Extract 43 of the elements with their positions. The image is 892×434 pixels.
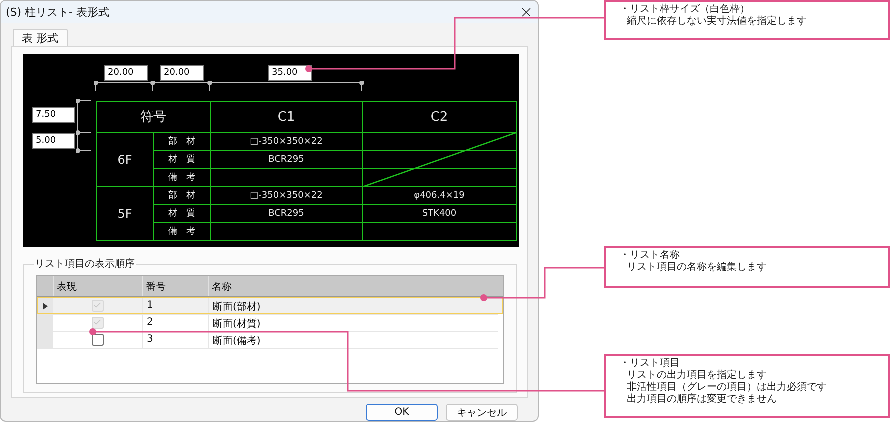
callout-text: 縮尺に依存しない実寸法値を指定します xyxy=(626,16,808,28)
number-cell: 2 xyxy=(142,314,208,332)
callout-title: ・リスト項目 xyxy=(620,358,681,370)
group-title: リスト項目の表示順序 xyxy=(34,258,136,271)
item-cell: 部 材 xyxy=(154,132,210,150)
column-width-field[interactable]: 20.00 xyxy=(104,65,148,81)
callout-title: ・リスト枠サイズ（白色枠） xyxy=(620,4,751,16)
column-width-field[interactable]: 35.00 xyxy=(268,65,312,81)
item-cell: 備 考 xyxy=(154,168,210,186)
column-width-field[interactable]: 20.00 xyxy=(160,65,204,81)
table-cell: □-350×350×22 xyxy=(210,132,362,150)
callout-text: 非活性項目（グレーの項目）は出力必須です xyxy=(626,382,828,394)
callout-title: ・リスト名称 xyxy=(620,250,681,262)
column-header[interactable]: 表現 xyxy=(53,276,142,296)
item-cell: 部 材 xyxy=(154,186,210,204)
item-cell: 材 質 xyxy=(154,204,210,222)
row-height-field[interactable]: 7.50 xyxy=(32,107,75,123)
tab[interactable]: 表 形式 xyxy=(13,29,68,46)
ok-button[interactable]: OK xyxy=(366,404,438,421)
item-cell: 備 考 xyxy=(154,222,210,240)
callout-text: リスト項目の名称を編集します xyxy=(626,262,768,274)
window-title: (S) 柱リスト- 表形式 xyxy=(6,4,110,20)
row-height-field[interactable]: 5.00 xyxy=(32,133,75,149)
table-header-cell: C2 xyxy=(362,102,516,132)
checkbox[interactable] xyxy=(92,334,104,346)
table-header-cell: 符号 xyxy=(96,102,210,132)
cancel-button[interactable]: キャンセル xyxy=(446,404,518,421)
current-row-icon xyxy=(42,302,48,310)
column-header[interactable]: 番号 xyxy=(142,276,208,296)
floor-cell: 6F xyxy=(96,132,154,186)
table-cell: STK400 xyxy=(362,204,516,222)
table-cell: □-350×350×22 xyxy=(210,186,362,204)
table-header-cell: C1 xyxy=(210,102,362,132)
table-cell: φ406.4×19 xyxy=(362,186,516,204)
dimension-line xyxy=(76,99,92,153)
item-cell: 材 質 xyxy=(154,150,210,168)
table-cell: BCR295 xyxy=(210,150,362,168)
floor-cell: 5F xyxy=(96,186,154,240)
name-cell[interactable]: 断面(備考) xyxy=(208,331,498,349)
number-cell: 3 xyxy=(142,331,208,349)
table-cell: BCR295 xyxy=(210,204,362,222)
callout-text: リストの出力項目を指定します xyxy=(626,370,768,382)
callout-text: 出力項目の順序は変更できません xyxy=(626,394,778,406)
